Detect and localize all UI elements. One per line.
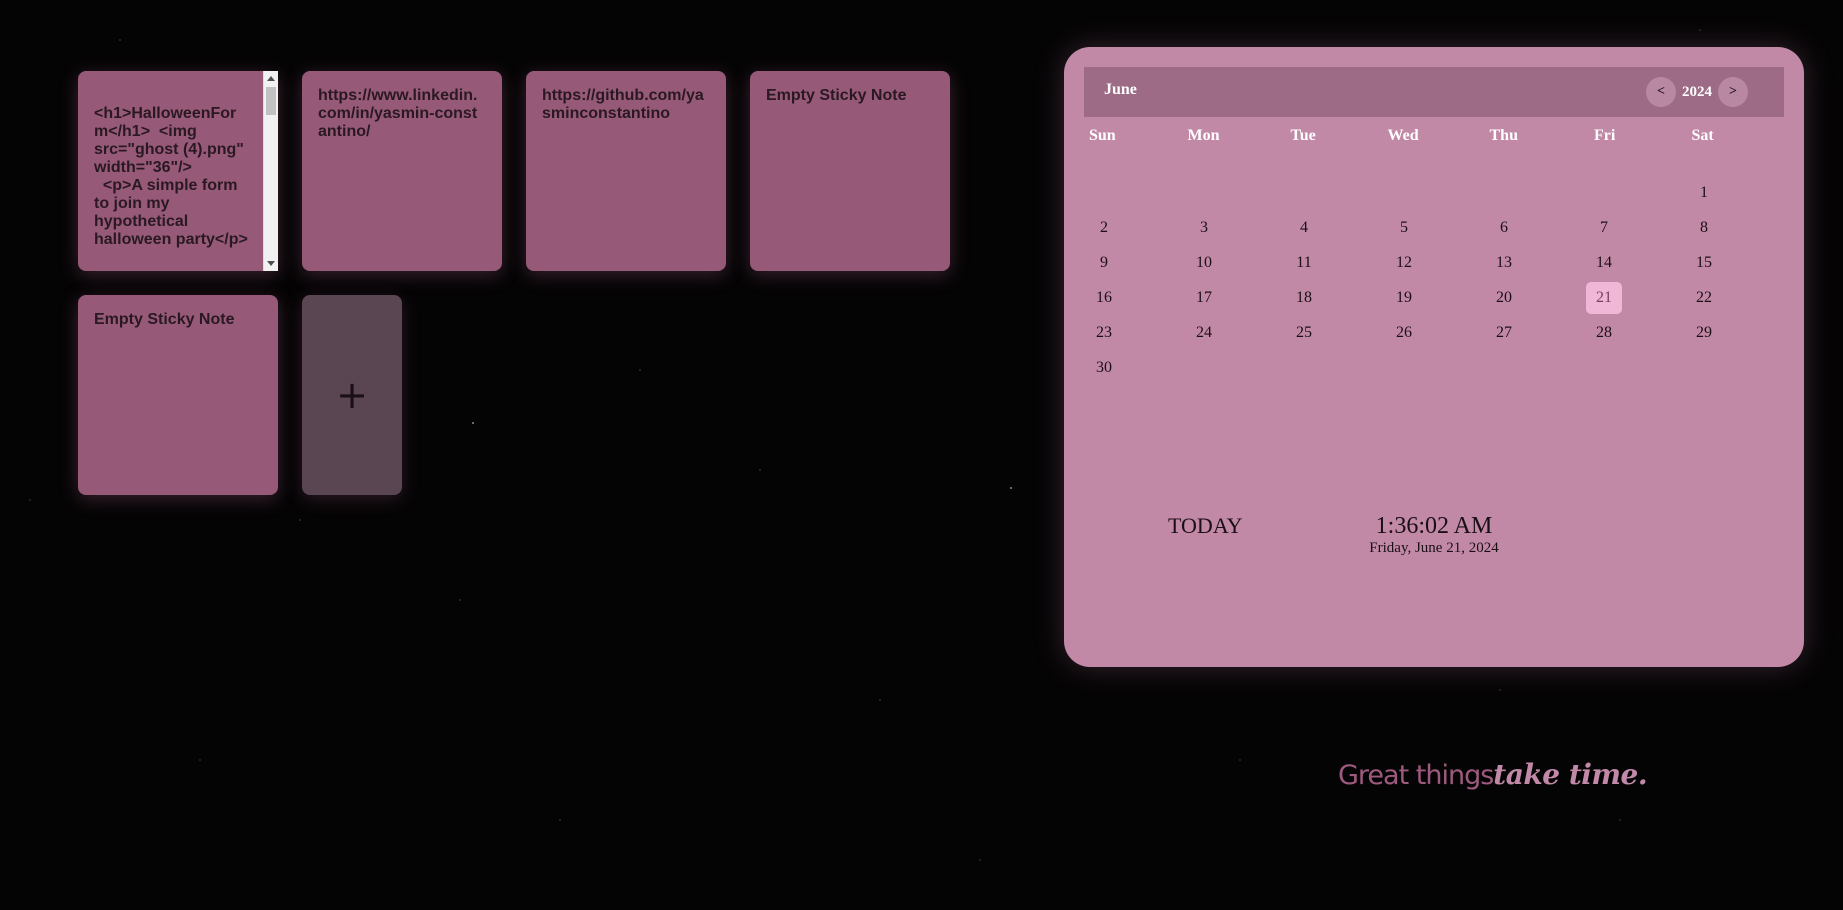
sticky-note-3[interactable]: https://github.com/yasminconstantino (526, 71, 726, 271)
calendar-year-nav: < 2024 > (1646, 77, 1748, 107)
calendar-day[interactable]: 26 (1386, 317, 1422, 349)
prev-year-button[interactable]: < (1646, 77, 1676, 107)
calendar-day[interactable]: 17 (1186, 282, 1222, 314)
calendar-header: June < 2024 > (1084, 67, 1784, 117)
calendar-day[interactable]: 15 (1686, 247, 1722, 279)
calendar-day[interactable]: 25 (1286, 317, 1322, 349)
sticky-note-4[interactable]: Empty Sticky Note (750, 71, 950, 271)
sticky-note-1[interactable]: <h1>HalloweenForm</h1> <img src="ghost (… (78, 71, 278, 271)
add-note-button[interactable]: + (302, 295, 402, 495)
calendar-day[interactable]: 8 (1686, 212, 1722, 244)
calendar-day[interactable]: 12 (1386, 247, 1422, 279)
desktop-background: <h1>HalloweenForm</h1> <img src="ghost (… (0, 0, 1843, 910)
calendar-year: 2024 (1682, 83, 1712, 100)
scroll-down-arrow-icon[interactable] (267, 261, 275, 266)
calendar-widget: June < 2024 > Sun Mon Tue Wed Thu Fri Sat 1234… (1064, 47, 1804, 667)
calendar-day-selected[interactable]: 21 (1586, 282, 1622, 314)
plus-icon: + (336, 373, 368, 417)
calendar-day[interactable]: 14 (1586, 247, 1622, 279)
tagline: Great thingstake time. (1338, 758, 1648, 791)
calendar-day[interactable]: 5 (1386, 212, 1422, 244)
sticky-note-2[interactable]: https://www.linkedin.com/in/yasmin-const… (302, 71, 502, 271)
calendar-day[interactable]: 1 (1686, 177, 1722, 209)
tagline-part-2: take time. (1493, 758, 1648, 791)
calendar-day[interactable]: 28 (1586, 317, 1622, 349)
weekday-label: Tue (1290, 127, 1316, 144)
calendar-day[interactable]: 19 (1386, 282, 1422, 314)
weekday-label: Sat (1691, 127, 1714, 144)
clock-date: Friday, June 21, 2024 (1369, 540, 1499, 556)
calendar-month: June (1104, 81, 1137, 98)
calendar-day[interactable]: 7 (1586, 212, 1622, 244)
clock-time: 1:36:02 AM (1375, 513, 1493, 539)
sticky-note-text[interactable]: Empty Sticky Note (94, 311, 262, 329)
today-label: TODAY (1168, 513, 1243, 538)
calendar-day[interactable]: 30 (1086, 352, 1122, 384)
weekday-row: Sun Mon Tue Wed Thu Fri Sat (1084, 127, 1784, 147)
sticky-note-text[interactable]: <h1>HalloweenForm</h1> <img src="ghost (… (94, 105, 248, 249)
calendar-day[interactable]: 16 (1086, 282, 1122, 314)
note-scrollbar[interactable] (263, 71, 278, 271)
calendar-day[interactable]: 23 (1086, 317, 1122, 349)
weekday-label: Wed (1387, 127, 1419, 144)
calendar-day[interactable]: 29 (1686, 317, 1722, 349)
sticky-note-text[interactable]: https://www.linkedin.com/in/yasmin-const… (318, 87, 486, 141)
sticky-note-5[interactable]: Empty Sticky Note (78, 295, 278, 495)
weekday-label: Mon (1187, 127, 1220, 144)
calendar-day[interactable]: 4 (1286, 212, 1322, 244)
tagline-part-1: Great things (1338, 760, 1494, 791)
clock: 1:36:02 AM Friday, June 21, 2024 (1324, 513, 1544, 557)
calendar-day[interactable]: 9 (1086, 247, 1122, 279)
weekday-label: Sun (1089, 127, 1116, 144)
calendar-day[interactable]: 22 (1686, 282, 1722, 314)
calendar-day[interactable]: 24 (1186, 317, 1222, 349)
calendar-day[interactable]: 13 (1486, 247, 1522, 279)
scrollbar-thumb[interactable] (266, 87, 276, 115)
calendar-day[interactable]: 18 (1286, 282, 1322, 314)
calendar-day[interactable]: 2 (1086, 212, 1122, 244)
sticky-note-text[interactable]: Empty Sticky Note (766, 87, 934, 105)
calendar-day[interactable]: 6 (1486, 212, 1522, 244)
weekday-label: Fri (1594, 127, 1616, 144)
calendar-day[interactable]: 3 (1186, 212, 1222, 244)
calendar-day[interactable]: 20 (1486, 282, 1522, 314)
weekday-label: Thu (1489, 127, 1518, 144)
calendar-day[interactable]: 27 (1486, 317, 1522, 349)
scroll-up-arrow-icon[interactable] (267, 76, 275, 81)
calendar-day[interactable]: 10 (1186, 247, 1222, 279)
next-year-button[interactable]: > (1718, 77, 1748, 107)
calendar-day[interactable]: 11 (1286, 247, 1322, 279)
sticky-note-text[interactable]: https://github.com/yasminconstantino (542, 87, 710, 123)
